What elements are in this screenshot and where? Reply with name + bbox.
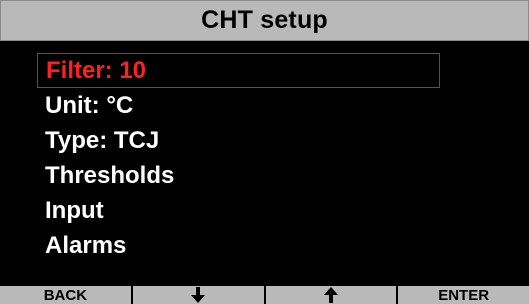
back-button[interactable]: BACK (0, 286, 133, 304)
cht-setup-screen: CHT setup Filter: 10 Unit: °C Type: TCJ … (0, 0, 529, 304)
menu-item-label: Thresholds (45, 161, 175, 189)
title-bar: CHT setup (0, 0, 529, 41)
menu-item-label: Input (45, 196, 104, 224)
menu-item-type[interactable]: Type: TCJ (37, 123, 440, 158)
settings-menu: Filter: 10 Unit: °C Type: TCJ Thresholds… (37, 53, 440, 263)
menu-item-filter[interactable]: Filter: 10 (37, 53, 440, 88)
menu-item-label: Filter: 10 (46, 56, 147, 84)
up-button[interactable] (265, 286, 399, 304)
enter-button-label: ENTER (438, 286, 490, 304)
menu-item-label: Unit: °C (45, 91, 134, 119)
down-button[interactable] (132, 286, 266, 304)
menu-item-thresholds[interactable]: Thresholds (37, 158, 440, 193)
menu-item-label: Alarms (45, 231, 127, 259)
arrow-up-icon (323, 287, 338, 303)
menu-item-unit[interactable]: Unit: °C (37, 88, 440, 123)
back-button-label: BACK (43, 286, 88, 304)
softkey-bar: BACK ENTER (0, 286, 529, 304)
menu-item-label: Type: TCJ (45, 126, 160, 154)
arrow-down-icon (191, 287, 206, 303)
page-title: CHT setup (201, 6, 328, 34)
menu-item-input[interactable]: Input (37, 193, 440, 228)
menu-item-alarms[interactable]: Alarms (37, 228, 440, 263)
enter-button[interactable]: ENTER (398, 286, 529, 304)
